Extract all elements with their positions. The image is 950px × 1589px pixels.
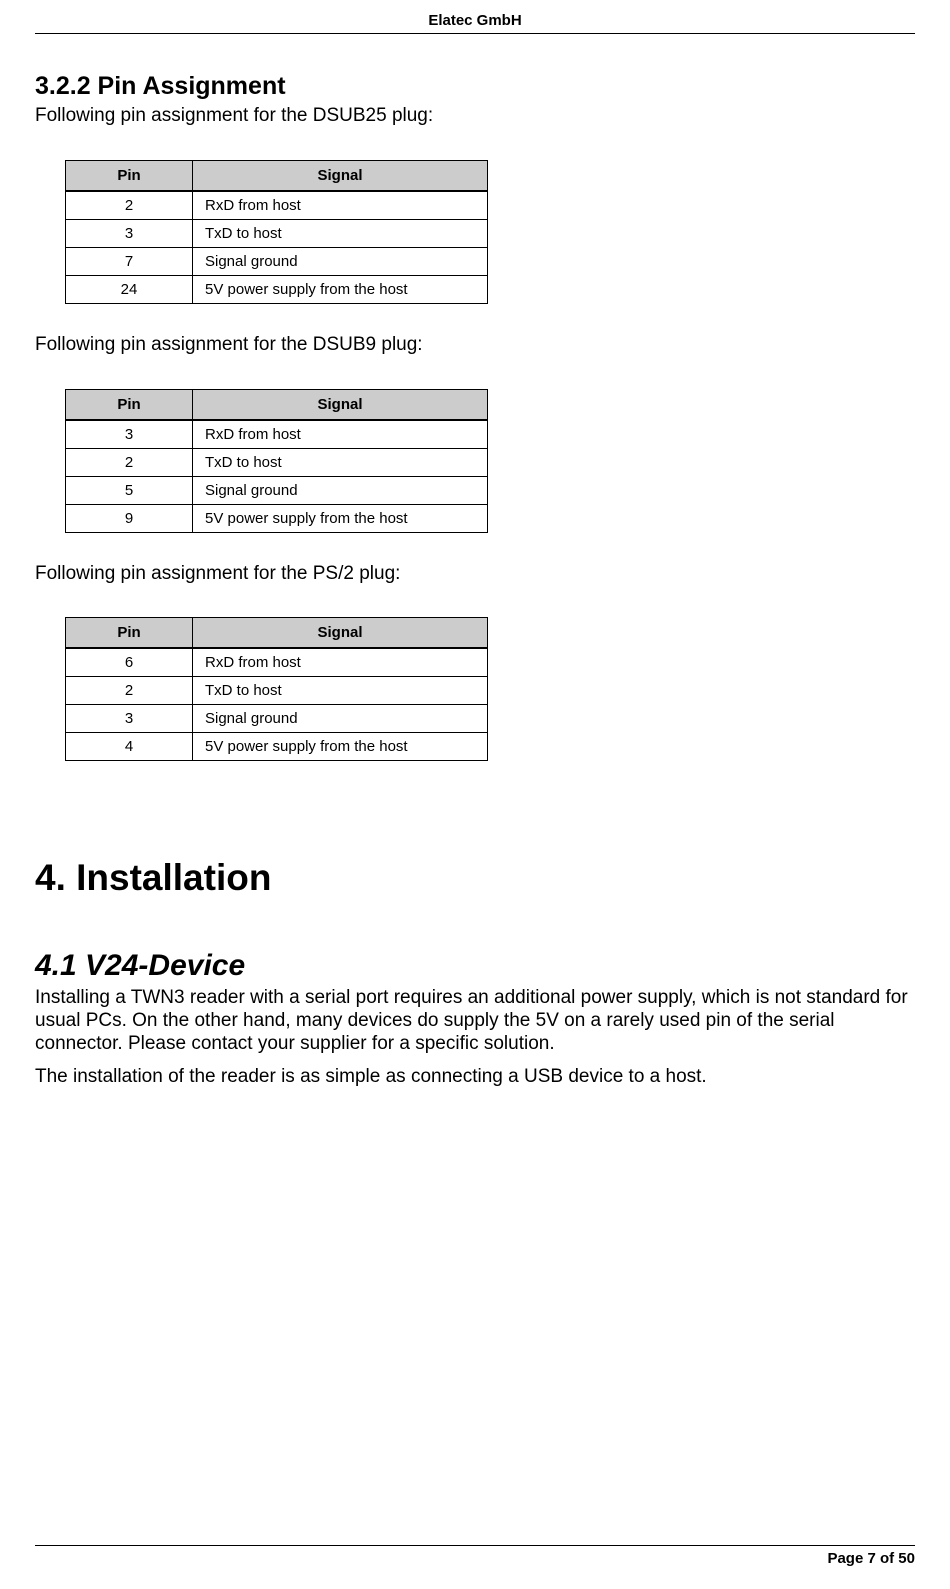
table-row: 3TxD to host (66, 219, 488, 247)
intro-dsub25: Following pin assignment for the DSUB25 … (35, 105, 915, 128)
cell-signal: TxD to host (193, 219, 488, 247)
heading-3-2-2: 3.2.2 Pin Assignment (35, 72, 915, 101)
table-body: 6RxD from host2TxD to host3Signal ground… (66, 648, 488, 761)
cell-signal: RxD from host (193, 191, 488, 220)
company-name: Elatec GmbH (428, 12, 521, 29)
cell-pin: 2 (66, 448, 193, 476)
table-row: 245V power supply from the host (66, 275, 488, 303)
cell-pin: 3 (66, 420, 193, 449)
table-header-row: Pin Signal (66, 389, 488, 420)
table-dsub9: Pin Signal 3RxD from host2TxD to host5Si… (65, 389, 488, 533)
col-header-signal: Signal (193, 160, 488, 191)
page-number: Page 7 of 50 (827, 1550, 915, 1567)
table-body: 2RxD from host3TxD to host7Signal ground… (66, 191, 488, 304)
cell-signal: RxD from host (193, 648, 488, 677)
cell-signal: Signal ground (193, 476, 488, 504)
table-row: 6RxD from host (66, 648, 488, 677)
table-row: 95V power supply from the host (66, 504, 488, 532)
table-row: 2TxD to host (66, 677, 488, 705)
col-header-pin: Pin (66, 618, 193, 649)
cell-pin: 4 (66, 733, 193, 761)
cell-pin: 2 (66, 191, 193, 220)
table-header-row: Pin Signal (66, 160, 488, 191)
cell-pin: 3 (66, 705, 193, 733)
cell-pin: 7 (66, 247, 193, 275)
table-body: 3RxD from host2TxD to host5Signal ground… (66, 420, 488, 533)
cell-signal: 5V power supply from the host (193, 275, 488, 303)
col-header-signal: Signal (193, 389, 488, 420)
cell-pin: 2 (66, 677, 193, 705)
cell-pin: 24 (66, 275, 193, 303)
page-header: Elatec GmbH (35, 12, 915, 34)
cell-signal: TxD to host (193, 677, 488, 705)
cell-pin: 3 (66, 219, 193, 247)
cell-pin: 9 (66, 504, 193, 532)
page: Elatec GmbH 3.2.2 Pin Assignment Followi… (0, 0, 950, 1589)
heading-4: 4. Installation (35, 857, 915, 899)
cell-signal: Signal ground (193, 247, 488, 275)
col-header-pin: Pin (66, 389, 193, 420)
page-footer: Page 7 of 50 (35, 1545, 915, 1567)
table-row: 3RxD from host (66, 420, 488, 449)
para-4-1-1: Installing a TWN3 reader with a serial p… (35, 987, 915, 1055)
table-header-row: Pin Signal (66, 618, 488, 649)
cell-pin: 6 (66, 648, 193, 677)
table-dsub25: Pin Signal 2RxD from host3TxD to host7Si… (65, 160, 488, 304)
table-row: 3Signal ground (66, 705, 488, 733)
table-row: 2RxD from host (66, 191, 488, 220)
heading-4-1: 4.1 V24-Device (35, 949, 915, 983)
table-ps2: Pin Signal 6RxD from host2TxD to host3Si… (65, 617, 488, 761)
cell-signal: 5V power supply from the host (193, 733, 488, 761)
cell-signal: Signal ground (193, 705, 488, 733)
table-row: 7Signal ground (66, 247, 488, 275)
col-header-signal: Signal (193, 618, 488, 649)
cell-signal: 5V power supply from the host (193, 504, 488, 532)
table-row: 5Signal ground (66, 476, 488, 504)
table-row: 2TxD to host (66, 448, 488, 476)
cell-pin: 5 (66, 476, 193, 504)
para-4-1-2: The installation of the reader is as sim… (35, 1066, 915, 1089)
col-header-pin: Pin (66, 160, 193, 191)
intro-ps2: Following pin assignment for the PS/2 pl… (35, 563, 915, 586)
cell-signal: RxD from host (193, 420, 488, 449)
intro-dsub9: Following pin assignment for the DSUB9 p… (35, 334, 915, 357)
table-row: 45V power supply from the host (66, 733, 488, 761)
cell-signal: TxD to host (193, 448, 488, 476)
